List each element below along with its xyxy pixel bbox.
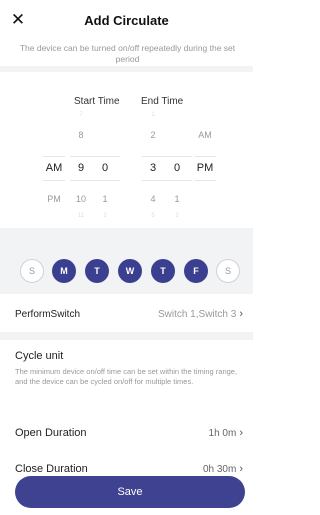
close-duration-value-group: 0h 30m ›: [203, 463, 243, 475]
day-tuesday[interactable]: T: [85, 259, 109, 283]
start-hour-above[interactable]: 8: [70, 130, 92, 140]
start-hour-below[interactable]: 10: [70, 194, 92, 204]
selection-line: [142, 180, 192, 181]
end-minute-faint-bottom: 2: [175, 213, 179, 219]
start-hour-faint-bottom: 11: [77, 213, 85, 219]
start-hour-selected[interactable]: 9: [70, 162, 92, 174]
day-monday[interactable]: M: [52, 259, 76, 283]
selection-line: [194, 156, 216, 157]
selection-line: [70, 180, 120, 181]
day-friday[interactable]: F: [184, 259, 208, 283]
day-wednesday[interactable]: W: [118, 259, 142, 283]
end-hour-selected[interactable]: 3: [142, 162, 164, 174]
end-time-label: End Time: [141, 96, 184, 107]
end-ampm-selected[interactable]: PM: [194, 162, 216, 174]
cycle-unit-description: The minimum device on/off time can be se…: [15, 367, 238, 386]
close-duration-value: 0h 30m: [202, 463, 237, 475]
day-thursday[interactable]: T: [151, 259, 175, 283]
open-duration-value-group: 1h 0m ›: [209, 427, 243, 439]
open-duration-label: Open Duration: [15, 427, 87, 439]
section-divider: [0, 332, 253, 340]
start-ampm-selected[interactable]: AM: [43, 162, 65, 174]
start-time-label: Start Time: [74, 96, 120, 107]
start-hour-faint-top: 7: [79, 112, 83, 118]
start-minute-selected[interactable]: 0: [94, 162, 116, 174]
end-ampm-above[interactable]: AM: [194, 130, 216, 140]
day-saturday[interactable]: S: [216, 259, 240, 283]
selection-line: [43, 180, 65, 181]
perform-switch-value: Switch 1,Switch 3: [157, 308, 237, 320]
weekday-selector: S M T W T F S: [0, 250, 253, 290]
close-icon[interactable]: ✕: [8, 10, 28, 30]
selection-line: [70, 156, 120, 157]
selection-line: [43, 156, 65, 157]
end-hour-above[interactable]: 2: [142, 130, 164, 140]
chevron-right-icon: ›: [239, 463, 243, 475]
end-minute-below[interactable]: 1: [166, 194, 188, 204]
selection-line: [194, 180, 216, 181]
page-subtitle: The device can be turned on/off repeated…: [19, 43, 236, 64]
page-title: Add Circulate: [84, 12, 169, 28]
header: ✕ Add Circulate: [0, 0, 253, 40]
start-ampm-below[interactable]: PM: [43, 194, 65, 204]
perform-switch-row[interactable]: PerformSwitch Switch 1,Switch 3 ›: [0, 298, 253, 330]
chevron-right-icon: ›: [239, 427, 243, 439]
perform-switch-label: PerformSwitch: [15, 308, 81, 320]
end-minute-selected[interactable]: 0: [166, 162, 188, 174]
open-duration-row[interactable]: Open Duration 1h 0m ›: [0, 418, 253, 448]
end-hour-faint-top: 1: [151, 112, 155, 118]
start-minute-below[interactable]: 1: [94, 194, 116, 204]
open-duration-value: 1h 0m: [208, 427, 237, 439]
end-hour-below[interactable]: 4: [142, 194, 164, 204]
end-hour-faint-bottom: 5: [151, 213, 155, 219]
selection-line: [142, 156, 192, 157]
perform-switch-value-group: Switch 1,Switch 3 ›: [158, 308, 243, 320]
time-picker: Start Time End Time 7 1 8 2 AM AM 9 0 3 …: [0, 72, 253, 224]
close-duration-label: Close Duration: [15, 463, 88, 475]
cycle-unit-title: Cycle unit: [15, 350, 64, 362]
start-minute-faint-bottom: 2: [103, 213, 107, 219]
chevron-right-icon: ›: [239, 308, 243, 320]
save-button[interactable]: Save: [15, 476, 245, 508]
day-sunday[interactable]: S: [20, 259, 44, 283]
